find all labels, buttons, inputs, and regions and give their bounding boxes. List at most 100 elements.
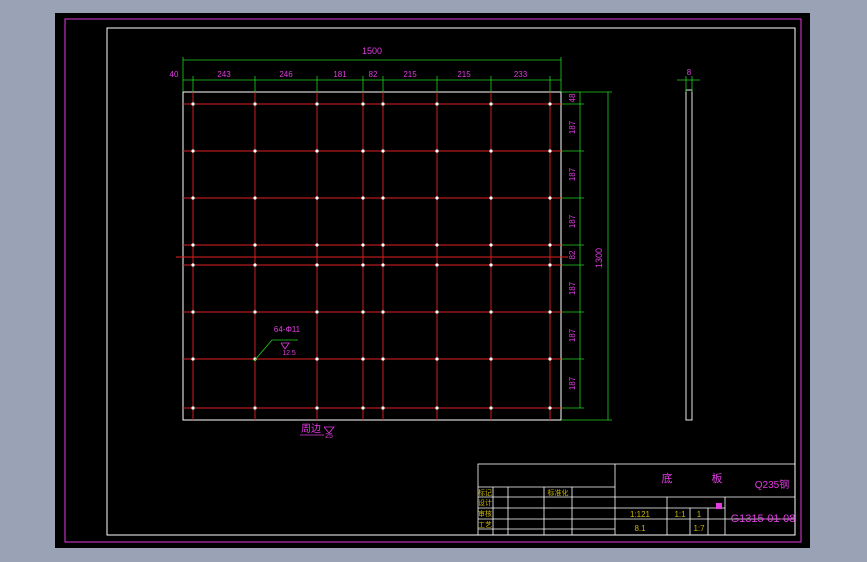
hole-marker: [315, 196, 319, 200]
dim-col-6: 215: [457, 70, 471, 79]
dim-overall-height: 1300: [594, 248, 604, 268]
hole-marker: [361, 263, 365, 267]
dim-row-3: 187: [568, 214, 577, 228]
hole-marker: [191, 149, 195, 153]
hole-marker: [381, 406, 385, 410]
hole-marker: [361, 102, 365, 106]
hole-marker: [361, 149, 365, 153]
surface-note: 周边: [301, 423, 321, 435]
hole-marker: [381, 196, 385, 200]
hole-marker: [253, 310, 257, 314]
hole-marker: [315, 310, 319, 314]
hole-marker: [381, 149, 385, 153]
tb-label-4: 工艺: [478, 521, 492, 529]
tb-small-1: 1:121: [630, 510, 651, 519]
dim-row-0: 48: [568, 93, 577, 102]
dim-col-1: 243: [217, 70, 231, 79]
hole-marker: [253, 406, 257, 410]
hole-marker: [315, 149, 319, 153]
dim-row-4: 82: [568, 250, 577, 259]
hole-marker: [315, 102, 319, 106]
hole-marker: [435, 243, 439, 247]
cad-drawing: 1500 40 243 246 181 82 215 215 233 48 187 187 187 8…: [55, 13, 810, 548]
hole-callout-text: 64-Φ11: [274, 325, 301, 334]
hole-marker: [191, 310, 195, 314]
tb-sheet: 1: [697, 510, 702, 519]
hole-marker: [489, 196, 493, 200]
hole-marker: [361, 310, 365, 314]
hole-marker: [191, 196, 195, 200]
dim-overall-width: 1500: [362, 46, 382, 56]
tb-label-3: 审核: [478, 509, 492, 518]
hole-marker: [489, 149, 493, 153]
part-name-1: 底: [662, 471, 673, 485]
material: Q235钢: [755, 478, 789, 491]
hole-marker: [548, 243, 552, 247]
hole-marker: [191, 243, 195, 247]
hole-marker: [489, 406, 493, 410]
tb-label-1: 标记: [478, 488, 492, 497]
hole-marker: [253, 196, 257, 200]
hole-marker: [548, 263, 552, 267]
hole-roughness-value: 12.5: [282, 350, 296, 357]
dim-row-6: 187: [568, 328, 577, 342]
hole-marker: [253, 102, 257, 106]
dim-row-5: 187: [568, 281, 577, 295]
hole-marker: [548, 149, 552, 153]
hole-marker: [191, 406, 195, 410]
hole-marker: [489, 310, 493, 314]
hole-marker: [435, 357, 439, 361]
hole-marker: [489, 102, 493, 106]
hole-marker: [435, 310, 439, 314]
hole-marker: [489, 243, 493, 247]
hole-marker: [489, 357, 493, 361]
hole-marker: [361, 243, 365, 247]
dim-row-7: 187: [568, 376, 577, 390]
hole-marker: [435, 263, 439, 267]
hole-marker: [548, 196, 552, 200]
cad-viewport[interactable]: 1500 40 243 246 181 82 215 215 233 48 187 187 187 8…: [0, 0, 867, 562]
hole-marker: [548, 310, 552, 314]
hole-marker: [548, 102, 552, 106]
dim-row-1: 187: [568, 120, 577, 134]
hole-marker: [315, 263, 319, 267]
dim-col-7: 233: [514, 70, 528, 79]
dim-thickness: 8: [687, 68, 692, 77]
hole-marker: [435, 149, 439, 153]
dim-row-2: 187: [568, 167, 577, 181]
part-name-2: 板: [712, 471, 723, 485]
hole-marker: [381, 243, 385, 247]
hole-marker: [315, 243, 319, 247]
title-block-marker: [716, 503, 722, 509]
hole-marker: [191, 102, 195, 106]
hole-marker: [435, 406, 439, 410]
tb-scale2: 1:7: [693, 524, 705, 533]
hole-marker: [253, 263, 257, 267]
hole-marker: [381, 310, 385, 314]
tb-scale: 1:1: [674, 510, 686, 519]
hole-marker: [253, 149, 257, 153]
hole-marker: [381, 263, 385, 267]
drawing-number: G1315-01-08: [731, 513, 796, 525]
dim-col-4: 82: [369, 70, 378, 79]
hole-marker: [381, 357, 385, 361]
dim-col-3: 181: [333, 70, 347, 79]
drawing-paper: [55, 13, 810, 548]
hole-marker: [435, 102, 439, 106]
dim-col-2: 246: [279, 70, 293, 79]
hole-marker: [361, 357, 365, 361]
tb-label-2: 设计: [478, 498, 492, 507]
hole-marker: [489, 263, 493, 267]
hole-marker: [191, 263, 195, 267]
hole-marker: [315, 406, 319, 410]
hole-marker: [253, 243, 257, 247]
surface-roughness-value: 25: [325, 433, 333, 440]
tb-col-label: 标准化: [548, 488, 569, 497]
hole-marker: [435, 196, 439, 200]
tb-small-2: 8.1: [634, 524, 646, 533]
hole-marker: [381, 102, 385, 106]
hole-marker: [548, 406, 552, 410]
hole-marker: [361, 406, 365, 410]
hole-marker: [548, 357, 552, 361]
hole-marker: [361, 196, 365, 200]
